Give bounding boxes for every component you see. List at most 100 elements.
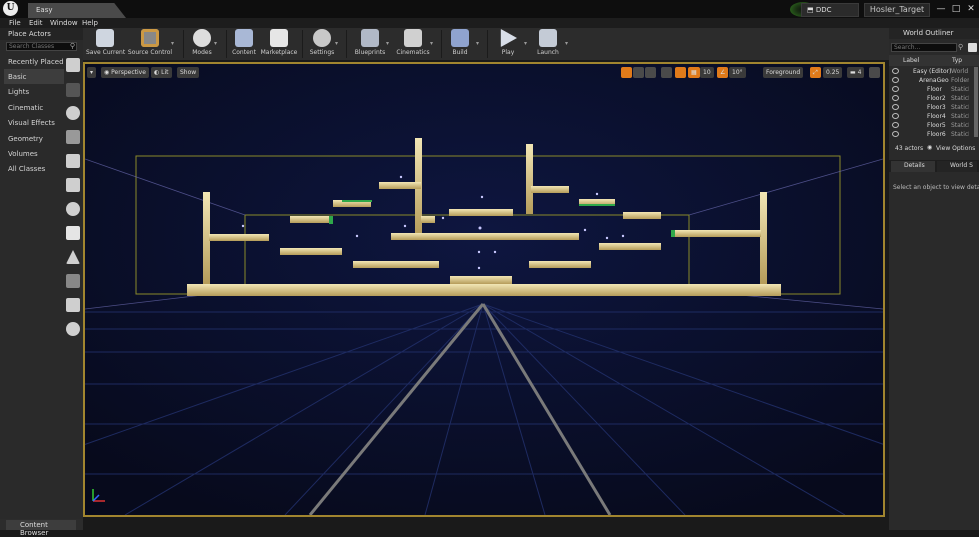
rotation-snap-toggle[interactable]: ∠ bbox=[717, 67, 729, 78]
world-settings-tab[interactable]: World S bbox=[937, 161, 977, 172]
left-wall[interactable] bbox=[203, 192, 210, 284]
outliner-row[interactable]: ArenaGeo Folder bbox=[889, 76, 979, 85]
source-control-button[interactable]: Source Control bbox=[127, 29, 173, 59]
ledge-platform[interactable] bbox=[529, 261, 591, 268]
visibility-icon[interactable] bbox=[892, 86, 899, 92]
spawn-platform[interactable] bbox=[450, 276, 512, 284]
grid-snap-toggle[interactable]: ▦ bbox=[688, 67, 700, 78]
actor-thumbnail[interactable] bbox=[66, 58, 80, 72]
right-wall[interactable] bbox=[760, 192, 767, 284]
visibility-icon[interactable] bbox=[892, 122, 899, 128]
menu-edit[interactable]: Edit bbox=[29, 18, 43, 28]
modes-button[interactable]: Modes bbox=[188, 29, 216, 59]
camera-speed-button[interactable]: ▬ 4 bbox=[847, 67, 865, 78]
chevron-down-icon[interactable]: ▾ bbox=[476, 40, 482, 47]
outliner-row[interactable]: Floor StaticM bbox=[889, 85, 979, 94]
view-options-button[interactable]: View Options bbox=[936, 145, 975, 152]
ledge-platform[interactable] bbox=[353, 261, 439, 268]
pillar-right[interactable] bbox=[526, 144, 533, 214]
outliner-row[interactable]: Floor2 StaticM bbox=[889, 94, 979, 103]
menu-window[interactable]: Window bbox=[50, 18, 78, 28]
actor-thumbnail[interactable] bbox=[66, 154, 80, 168]
maximize-button[interactable]: □ bbox=[950, 3, 962, 15]
grid-snap-value[interactable]: 10 bbox=[700, 67, 714, 78]
content-button[interactable]: Content bbox=[230, 29, 258, 59]
level-tab[interactable]: Easy bbox=[28, 3, 126, 18]
ledge-platform[interactable] bbox=[290, 216, 332, 223]
ledge-platform[interactable] bbox=[671, 230, 761, 237]
rotation-snap-value[interactable]: 10° bbox=[729, 67, 746, 78]
marketplace-button[interactable]: Marketplace bbox=[260, 29, 298, 59]
ledge-platform[interactable] bbox=[379, 182, 421, 189]
center-platform[interactable] bbox=[391, 233, 579, 240]
outliner-row[interactable]: Floor5 StaticM bbox=[889, 121, 979, 130]
chevron-down-icon[interactable]: ▾ bbox=[524, 40, 530, 47]
actor-thumbnail[interactable] bbox=[66, 106, 80, 120]
visibility-icon[interactable] bbox=[892, 113, 899, 119]
scale-icon[interactable] bbox=[645, 67, 656, 78]
col-label[interactable]: Label bbox=[903, 57, 919, 64]
surface-snap-icon[interactable] bbox=[675, 67, 686, 78]
category-geometry[interactable]: Geometry bbox=[4, 131, 64, 146]
scale-snap-toggle[interactable]: ⤢ bbox=[810, 67, 821, 78]
outliner-row[interactable]: Floor6 StaticM bbox=[889, 130, 979, 139]
lit-button[interactable]: ◐ Lit bbox=[151, 67, 172, 78]
content-browser-tab[interactable]: Content Browser bbox=[6, 520, 76, 537]
actor-thumbnail[interactable] bbox=[66, 274, 80, 288]
visibility-icon[interactable] bbox=[892, 77, 899, 83]
launch-button[interactable]: Launch bbox=[533, 29, 563, 59]
outliner-row[interactable]: Floor3 StaticM bbox=[889, 103, 979, 112]
floor-platform[interactable] bbox=[187, 284, 781, 296]
ledge-platform[interactable] bbox=[599, 243, 661, 250]
chevron-down-icon[interactable]: ▾ bbox=[565, 40, 571, 47]
viewport-menu-button[interactable]: ▾ bbox=[87, 67, 97, 78]
actor-thumbnail[interactable] bbox=[66, 130, 80, 144]
rotate-icon[interactable] bbox=[633, 67, 644, 78]
actor-thumbnail[interactable] bbox=[66, 178, 80, 192]
world-space-icon[interactable] bbox=[661, 67, 672, 78]
chevron-down-icon[interactable]: ▾ bbox=[171, 40, 177, 47]
ledge-platform[interactable] bbox=[280, 248, 342, 255]
chevron-down-icon[interactable]: ▾ bbox=[214, 40, 220, 47]
ddc-indicator[interactable]: ⬒ DDC bbox=[801, 3, 859, 17]
actor-thumbnail[interactable] bbox=[66, 322, 80, 336]
category-all-classes[interactable]: All Classes bbox=[4, 161, 64, 176]
visibility-icon[interactable] bbox=[892, 68, 899, 74]
scale-snap-value[interactable]: 0.25 bbox=[823, 67, 843, 78]
outliner-search-input[interactable]: Search... bbox=[891, 43, 957, 52]
menu-file[interactable]: File bbox=[9, 18, 21, 28]
category-volumes[interactable]: Volumes bbox=[4, 146, 64, 161]
category-basic[interactable]: Basic bbox=[4, 69, 64, 84]
chevron-down-icon[interactable]: ▾ bbox=[386, 40, 392, 47]
translate-icon[interactable] bbox=[621, 67, 632, 78]
visibility-icon[interactable] bbox=[892, 95, 899, 101]
build-button[interactable]: Build bbox=[446, 29, 474, 59]
level-viewport[interactable]: ▾ ◉ Perspective ◐ Lit Show ▦ 10 ∠ 10° Fo… bbox=[83, 62, 885, 517]
visibility-icon[interactable] bbox=[892, 104, 899, 110]
save-current-button[interactable]: Save Current bbox=[86, 29, 125, 59]
show-button[interactable]: Show bbox=[177, 67, 200, 78]
blueprints-button[interactable]: Blueprints bbox=[352, 29, 388, 59]
foreground-button[interactable]: Foreground bbox=[763, 67, 804, 78]
details-tab[interactable]: Details bbox=[891, 161, 935, 172]
category-lights[interactable]: Lights bbox=[4, 84, 64, 99]
actor-thumbnail[interactable] bbox=[66, 83, 80, 97]
ledge-platform[interactable] bbox=[531, 186, 569, 193]
settings-button[interactable]: Settings bbox=[307, 29, 337, 59]
outliner-options-icon[interactable] bbox=[968, 43, 977, 52]
viewport-scene[interactable] bbox=[85, 64, 883, 515]
cinematics-button[interactable]: Cinematics bbox=[394, 29, 432, 59]
visibility-icon[interactable] bbox=[892, 131, 899, 137]
ledge-platform[interactable] bbox=[449, 209, 513, 216]
category-recently-placed[interactable]: Recently Placed bbox=[4, 54, 64, 69]
actor-thumbnail[interactable] bbox=[66, 226, 80, 240]
outliner-row[interactable]: Floor4 StaticM bbox=[889, 112, 979, 121]
minimize-button[interactable]: — bbox=[935, 3, 947, 15]
search-classes-input[interactable]: Search Classes bbox=[6, 42, 77, 51]
chevron-down-icon[interactable]: ▾ bbox=[430, 40, 436, 47]
close-button[interactable]: ✕ bbox=[965, 3, 977, 15]
actor-thumbnail[interactable] bbox=[66, 298, 80, 312]
outliner-scrollbar[interactable] bbox=[974, 67, 978, 137]
play-button[interactable]: Play bbox=[494, 29, 522, 59]
ledge-platform[interactable] bbox=[209, 234, 269, 241]
